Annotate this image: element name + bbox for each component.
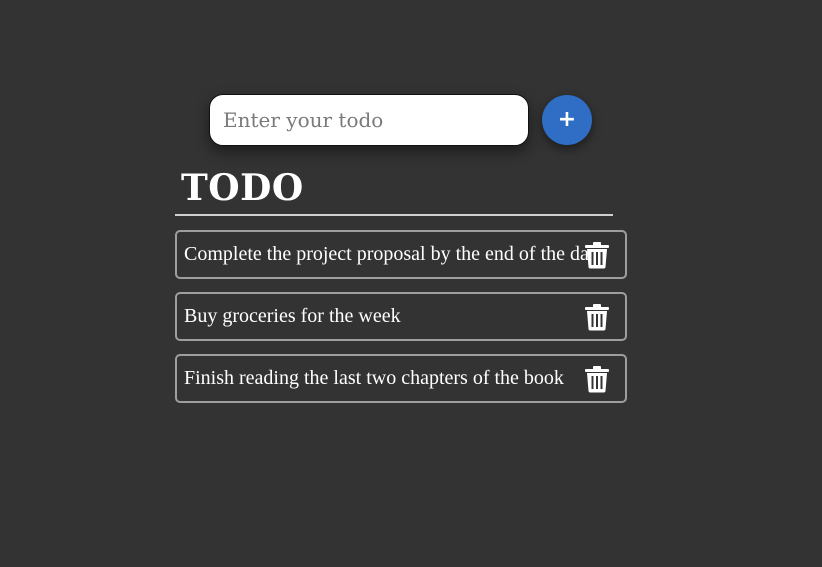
todo-text: Buy groceries for the week: [184, 305, 401, 327]
page-title: TODO: [181, 167, 304, 209]
title-divider: [175, 214, 613, 216]
todo-list: Complete the project proposal by the end…: [175, 230, 627, 416]
todo-input[interactable]: [209, 94, 529, 146]
todo-app: + TODO Complete the project proposal by …: [0, 0, 822, 567]
delete-todo-button[interactable]: [584, 302, 612, 332]
todo-text: Complete the project proposal by the end…: [184, 243, 599, 265]
todo-item: Buy groceries for the week: [175, 292, 627, 341]
todo-item: Finish reading the last two chapters of …: [175, 354, 627, 403]
trash-icon: [585, 366, 609, 393]
delete-todo-button[interactable]: [584, 240, 612, 270]
delete-todo-button[interactable]: [584, 364, 612, 394]
add-todo-button[interactable]: +: [542, 95, 592, 145]
todo-text: Finish reading the last two chapters of …: [184, 367, 564, 389]
trash-icon: [585, 242, 609, 269]
trash-icon: [585, 304, 609, 331]
todo-item: Complete the project proposal by the end…: [175, 230, 627, 279]
